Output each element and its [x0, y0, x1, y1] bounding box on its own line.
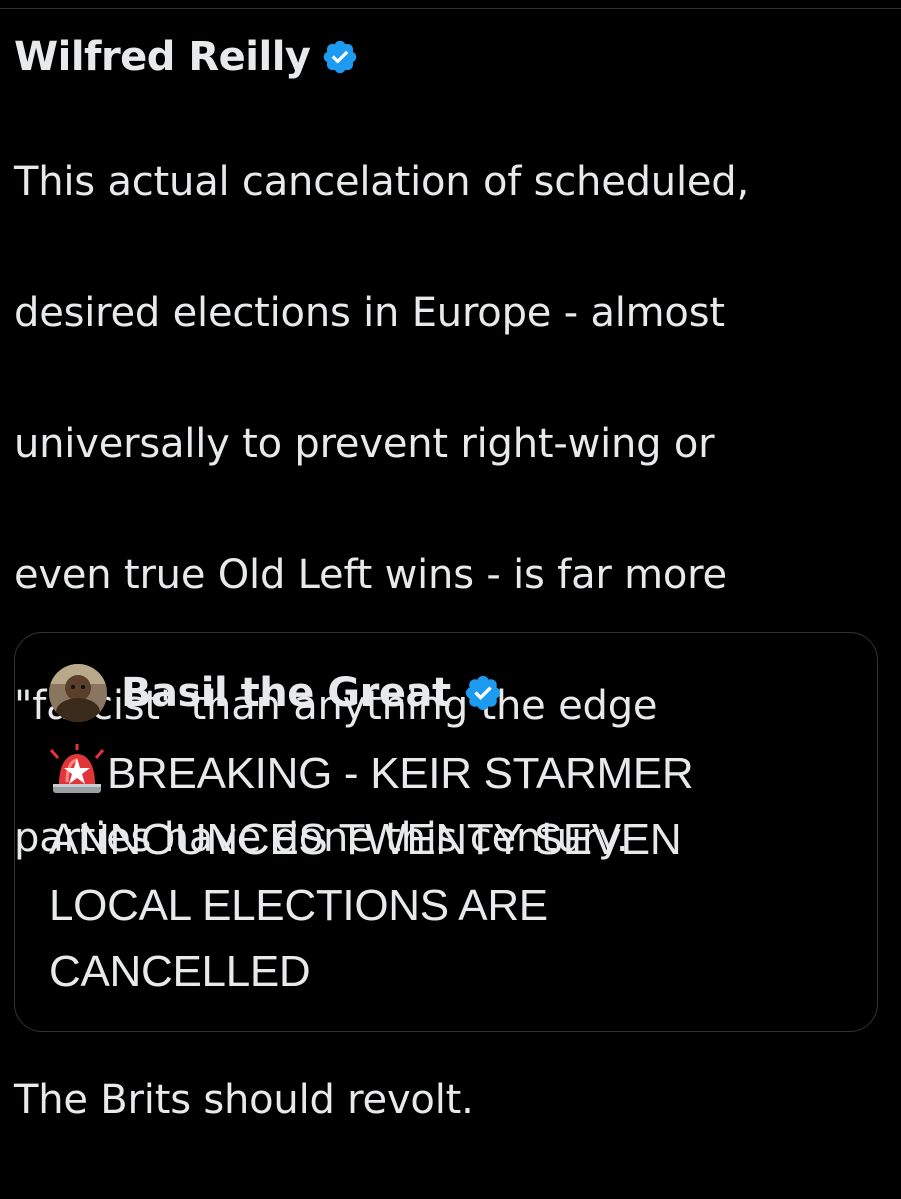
tweet-author-name[interactable]: Wilfred Reilly	[14, 30, 311, 84]
tweet-line: desired elections in Europe - almost	[14, 289, 725, 336]
police-siren-icon	[49, 744, 105, 793]
tweet-line: This actual cancelation of scheduled,	[14, 158, 749, 205]
verified-badge-icon	[323, 40, 356, 74]
quote-line-text: BREAKING - KEIR STARMER	[107, 749, 694, 798]
quote-line: BREAKING - KEIR STARMER	[49, 741, 869, 807]
tweet-line: universally to prevent right-wing or	[14, 420, 715, 467]
quote-author-name[interactable]: Basil the Great	[121, 670, 451, 716]
tweet-author-row: Wilfred Reilly	[14, 30, 884, 84]
handle-placeholder	[389, 52, 689, 62]
quote-body: BREAKING - KEIR STARMER ANNOUNCES TWENTY…	[49, 741, 869, 1005]
quote-line: ANNOUNCES TWENTY SEVEN	[49, 815, 682, 864]
tweet-line: even true Old Left wins - is far more	[14, 552, 727, 599]
tweet-closing-line: The Brits should revolt.	[14, 1076, 474, 1123]
avatar[interactable]	[49, 664, 107, 722]
top-divider	[0, 8, 901, 9]
quote-line: CANCELLED	[49, 947, 311, 996]
verified-badge-icon	[465, 675, 500, 711]
quote-line: LOCAL ELECTIONS ARE	[49, 881, 548, 930]
quoted-tweet-card[interactable]: Basil the Great BREAKING - KEIR STARMER …	[14, 632, 878, 1032]
quote-author-row: Basil the Great	[49, 663, 503, 723]
